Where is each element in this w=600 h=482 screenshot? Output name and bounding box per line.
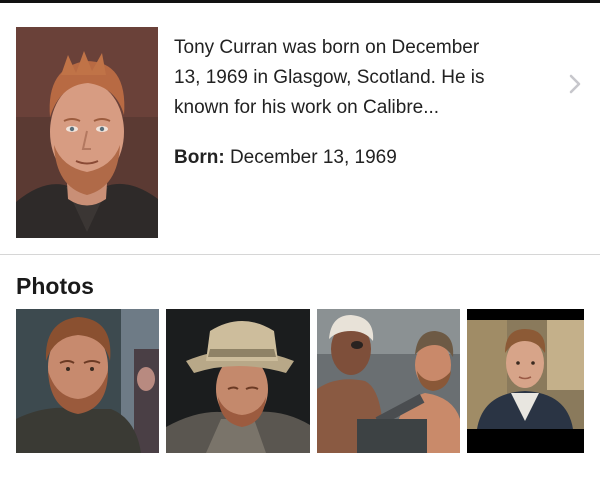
chevron-right-icon[interactable]: [568, 73, 582, 95]
photos-section-title: Photos: [16, 273, 94, 299]
born-label: Born:: [174, 147, 225, 168]
bio-summary-line: known for his work on Calibre...: [174, 97, 440, 118]
bio-summary-line: 13, 1969 in Glasgow, Scotland. He is: [174, 67, 485, 88]
photo-thumbnail-1[interactable]: [16, 309, 159, 453]
person-page: Tony Curran was born on December 13, 196…: [0, 0, 600, 482]
profile-photo[interactable]: [16, 27, 158, 238]
born-info: Born: December 13, 1969: [174, 145, 397, 171]
born-date: December 13, 1969: [229, 147, 397, 168]
photo-thumbnail-2[interactable]: [166, 309, 310, 453]
bio-card[interactable]: Tony Curran was born on December 13, 196…: [0, 3, 600, 254]
bio-summary: Tony Curran was born on December 13, 196…: [174, 33, 554, 123]
section-divider: [0, 254, 600, 255]
photo-thumbnail-3[interactable]: [317, 309, 460, 453]
bio-summary-line: Tony Curran was born on December: [174, 37, 480, 58]
photo-thumbnail-4[interactable]: [467, 309, 584, 453]
